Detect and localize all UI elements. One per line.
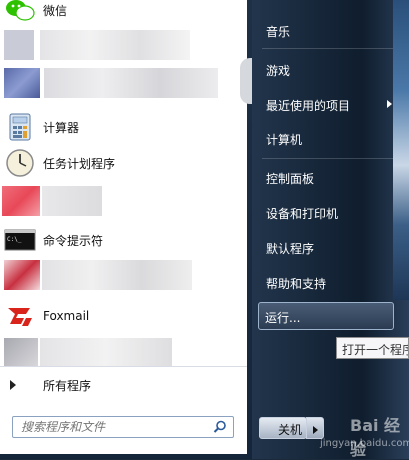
right-pane: 音乐 游戏 最近使用的项目 计算机 控制面板 设备和打印机 默认程序 帮助和支持	[252, 0, 409, 459]
redacted-label	[42, 260, 192, 290]
program-item-task-scheduler[interactable]: 任务计划程序	[0, 146, 247, 180]
svg-text:C:\_: C:\_	[7, 236, 22, 243]
redacted-label	[40, 338, 172, 368]
right-item-label: 控制面板	[266, 172, 315, 186]
program-item-redacted[interactable]	[0, 66, 247, 100]
command-prompt-icon: C:\_	[4, 224, 36, 256]
right-item-control-panel[interactable]: 控制面板	[256, 163, 402, 191]
right-item-games[interactable]: 游戏	[256, 55, 402, 83]
right-item-recent-items[interactable]: 最近使用的项目	[256, 90, 402, 118]
all-programs-button[interactable]: 所有程序	[0, 372, 247, 398]
baidu-jingyan-watermark: Bai 经验 jingyan.baidu.com	[320, 400, 409, 459]
redacted-icon	[4, 30, 34, 60]
foxmail-icon	[4, 300, 36, 332]
chevron-right-icon	[313, 426, 318, 434]
program-label: 任务计划程序	[43, 156, 116, 171]
redacted-icon	[4, 338, 38, 368]
right-item-music[interactable]: 音乐	[256, 16, 402, 44]
program-label: Foxmail	[43, 309, 90, 323]
right-item-help-support[interactable]: 帮助和支持	[256, 268, 402, 296]
redacted-label	[44, 68, 218, 98]
run-tooltip: 打开一个程序	[336, 337, 409, 359]
program-label: 计算器	[43, 120, 80, 135]
calculator-icon	[4, 111, 36, 143]
run-button[interactable]: 运行...	[258, 302, 394, 330]
redacted-label	[42, 186, 102, 216]
program-item-redacted[interactable]	[0, 258, 247, 292]
program-item-redacted[interactable]	[0, 184, 247, 218]
right-item-default-programs[interactable]: 默认程序	[256, 233, 402, 261]
pinned-programs-list: 微信 计算器 任务计划程序 C:\_ 命令提示符 Foxmail	[0, 0, 247, 368]
right-item-label: 最近使用的项目	[266, 99, 351, 113]
search-icon[interactable]	[213, 420, 227, 434]
search-box[interactable]	[12, 416, 234, 438]
right-item-label: 默认程序	[266, 242, 315, 256]
wechat-icon	[4, 0, 36, 26]
divider	[262, 48, 398, 49]
chevron-right-icon	[10, 380, 16, 390]
divider	[262, 158, 398, 159]
redacted-icon	[4, 260, 40, 290]
run-label: 运行...	[265, 311, 301, 325]
right-item-label: 计算机	[266, 133, 303, 147]
program-item-command-prompt[interactable]: C:\_ 命令提示符	[0, 223, 247, 257]
right-item-label: 音乐	[266, 25, 291, 39]
redacted-label	[40, 30, 190, 60]
right-item-computer[interactable]: 计算机	[256, 124, 402, 152]
shutdown-button[interactable]: 关机	[259, 417, 307, 439]
program-item-calculator[interactable]: 计算器	[0, 110, 247, 144]
redacted-icon	[4, 68, 40, 98]
left-pane: 微信 计算器 任务计划程序 C:\_ 命令提示符 Foxmail 所有程序 搜索…	[0, 0, 258, 459]
right-item-label: 设备和打印机	[266, 207, 339, 221]
program-label: 微信	[43, 3, 68, 18]
shutdown-label: 关机	[278, 423, 303, 437]
task-scheduler-icon	[4, 147, 36, 179]
chevron-right-icon	[387, 100, 392, 108]
right-item-label: 帮助和支持	[266, 277, 327, 291]
program-item-redacted[interactable]	[0, 28, 247, 62]
redacted-icon	[2, 186, 40, 216]
program-item-wechat[interactable]: 微信	[0, 0, 247, 27]
program-item-redacted[interactable]	[0, 336, 247, 370]
watermark-brand: Bai 经验	[350, 416, 401, 459]
tooltip-text: 打开一个程序	[342, 343, 409, 357]
all-programs-label: 所有程序	[43, 379, 92, 393]
program-item-foxmail[interactable]: Foxmail	[0, 299, 247, 333]
program-label: 命令提示符	[43, 233, 104, 248]
desktop-background-edge	[393, 0, 409, 300]
right-item-devices-printers[interactable]: 设备和打印机	[256, 198, 402, 226]
watermark-url: jingyan.baidu.com	[320, 438, 409, 449]
right-item-label: 游戏	[266, 64, 291, 78]
search-input[interactable]	[21, 418, 201, 436]
